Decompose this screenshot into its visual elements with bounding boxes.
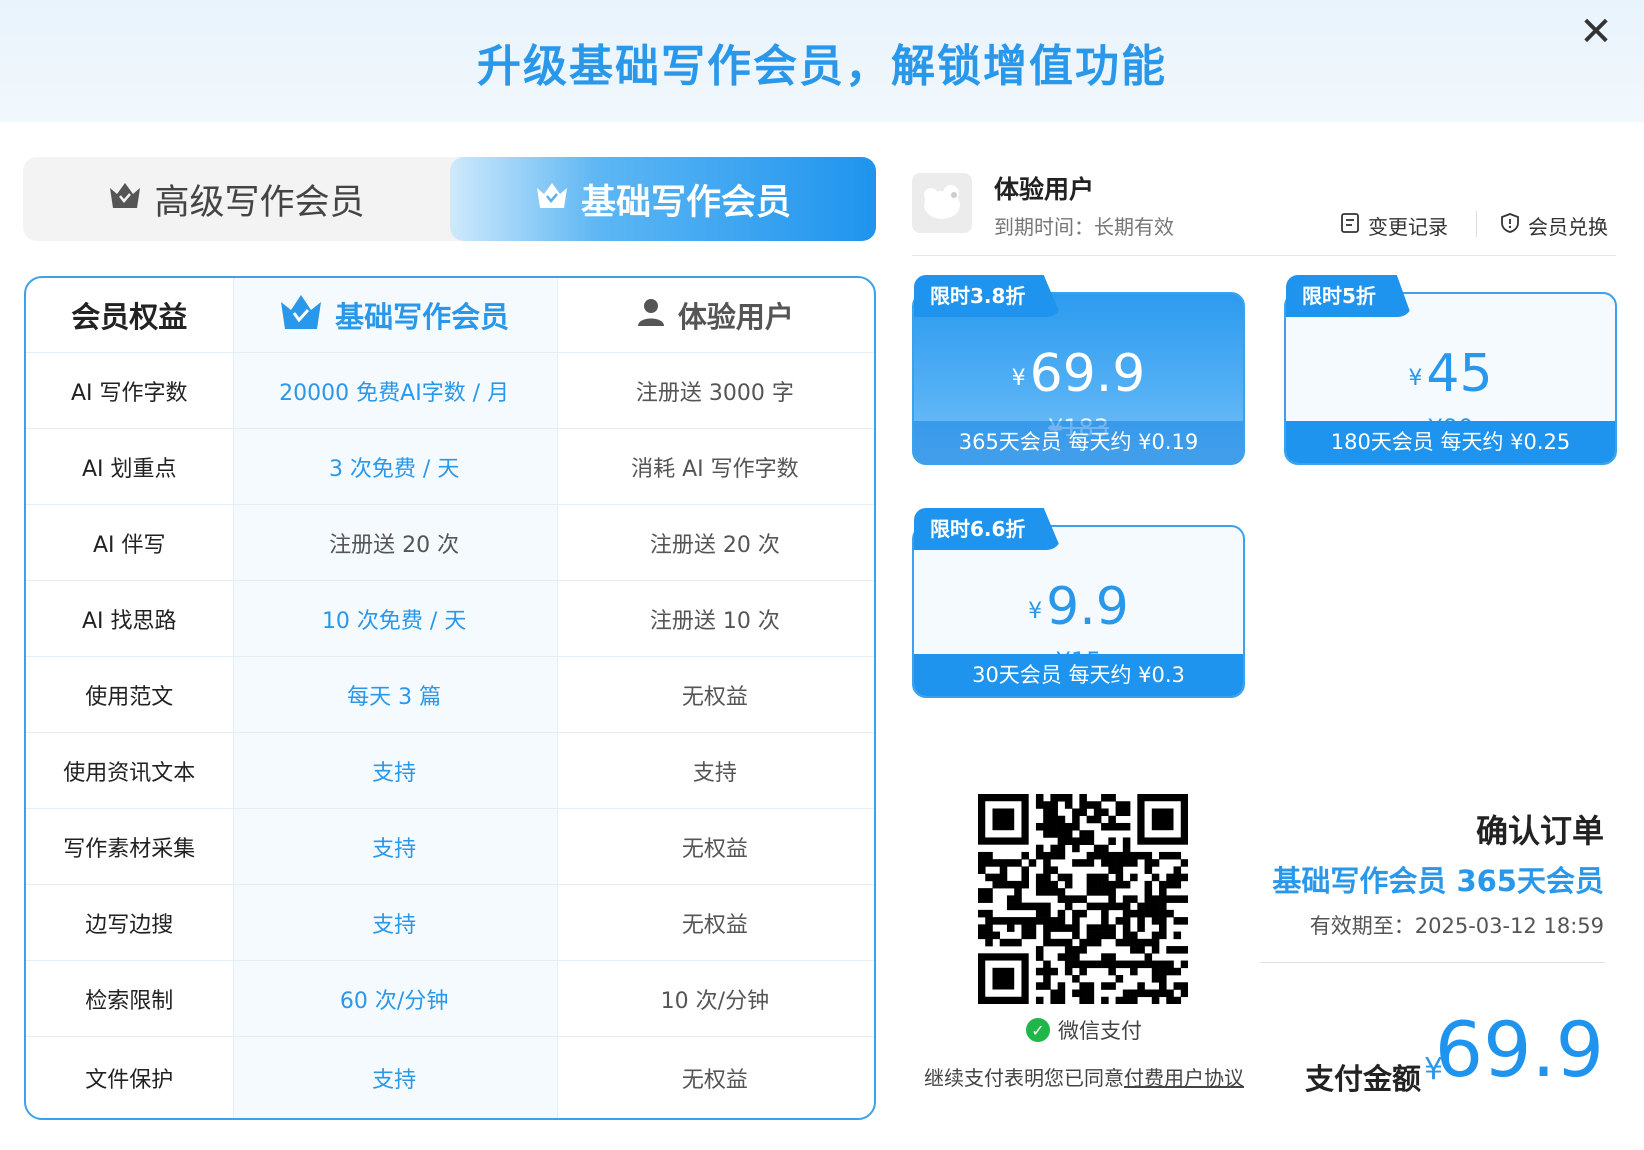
benefit-name: AI 找思路 bbox=[81, 608, 177, 634]
benefit-name: 文件保护 bbox=[85, 1067, 174, 1093]
agreement-text: 继续支付表明您已同意付费用户协议 bbox=[924, 1062, 1244, 1091]
membership-tabs: 高级写作会员 基础写作会员 bbox=[23, 157, 876, 241]
table-row: 检索限制 60 次/分钟 10 次/分钟 bbox=[26, 961, 874, 1036]
user-expire: 到期时间：长期有效 bbox=[994, 215, 1174, 239]
user-name: 体验用户 bbox=[994, 175, 1095, 204]
table-row: 使用资讯文本 支持 支持 bbox=[26, 733, 874, 808]
table-row: AI 划重点 3 次免费 / 天 消耗 AI 写作字数 bbox=[26, 429, 874, 504]
plan-footer: 180天会员 每天约 ¥0.25 bbox=[1286, 421, 1615, 463]
table-row: AI 伴写 注册送 20 次 注册送 20 次 bbox=[26, 505, 874, 580]
agreement-prefix: 继续支付表明您已同意 bbox=[924, 1066, 1124, 1090]
trial-value: 注册送 3000 字 bbox=[635, 380, 794, 406]
header-trial-label: 体验用户 bbox=[677, 300, 794, 334]
plan-footer: 30天会员 每天约 ¥0.3 bbox=[914, 654, 1243, 696]
benefit-name: 使用资讯文本 bbox=[63, 760, 196, 786]
table-row: 写作素材采集 支持 无权益 bbox=[26, 809, 874, 884]
basic-value: 支持 bbox=[372, 912, 417, 938]
tab-basic-membership[interactable]: 基础写作会员 bbox=[450, 157, 876, 241]
plan-price: ¥45 bbox=[1408, 344, 1493, 404]
table-row: AI 找思路 10 次免费 / 天 注册送 10 次 bbox=[26, 581, 874, 656]
basic-value: 3 次免费 / 天 bbox=[328, 456, 460, 482]
basic-value: 60 次/分钟 bbox=[339, 988, 449, 1014]
trial-value: 注册送 10 次 bbox=[649, 608, 780, 634]
benefit-name: 检索限制 bbox=[85, 988, 174, 1014]
discount-badge: 限时5折 bbox=[1286, 275, 1412, 317]
trial-value: 无权益 bbox=[681, 684, 748, 710]
shield-icon bbox=[1500, 212, 1520, 239]
plan-price: ¥9.9 bbox=[1028, 577, 1129, 637]
tab-advanced-membership[interactable]: 高级写作会员 bbox=[23, 157, 450, 241]
wechat-pay-label: ✓ 微信支付 bbox=[1026, 1015, 1142, 1045]
pay-amount: 69.9 bbox=[1434, 1005, 1604, 1094]
benefits-table: 会员权益 基础写作会员 体验用户 AI 写作字数 20000 免费AI字数 / … bbox=[24, 276, 876, 1120]
trial-value: 消耗 AI 写作字数 bbox=[631, 456, 799, 482]
tab-label: 高级写作会员 bbox=[154, 182, 365, 223]
order-plan: 基础写作会员 365天会员 bbox=[1272, 864, 1604, 898]
basic-value: 支持 bbox=[372, 1067, 417, 1093]
payment-method: 微信支付 bbox=[1058, 1019, 1142, 1043]
trial-value: 无权益 bbox=[681, 1067, 748, 1093]
discount-badge: 限时6.6折 bbox=[914, 508, 1062, 550]
plan-card-180[interactable]: ¥45 ¥90 180天会员 每天约 ¥0.25 限时5折 bbox=[1284, 275, 1617, 465]
header-basic: 基础写作会员 bbox=[233, 278, 556, 352]
header-benefits: 会员权益 bbox=[71, 300, 188, 334]
plan-footer: 365天会员 每天约 ¥0.19 bbox=[914, 421, 1243, 463]
wechat-pay-icon: ✓ bbox=[1026, 1018, 1050, 1042]
header-basic-label: 基础写作会员 bbox=[335, 300, 510, 334]
table-row: 边写边搜 支持 无权益 bbox=[26, 885, 874, 960]
plan-card-365[interactable]: ¥69.9 ¥183 365天会员 每天约 ¥0.19 限时3.8折 bbox=[912, 275, 1245, 465]
table-row: 文件保护 支持 无权益 bbox=[26, 1037, 874, 1118]
basic-value: 注册送 20 次 bbox=[329, 532, 460, 558]
basic-value: 20000 免费AI字数 / 月 bbox=[279, 380, 510, 406]
crown-icon bbox=[108, 179, 142, 219]
trial-value: 无权益 bbox=[681, 836, 748, 862]
trial-value: 注册送 20 次 bbox=[649, 532, 780, 558]
basic-value: 10 次免费 / 天 bbox=[321, 608, 467, 634]
redeem-label: 会员兑换 bbox=[1528, 215, 1608, 239]
agreement-link[interactable]: 付费用户协议 bbox=[1124, 1066, 1244, 1090]
basic-value: 支持 bbox=[372, 836, 417, 862]
pay-amount-label: 支付金额 bbox=[1305, 1062, 1422, 1096]
crown-icon bbox=[535, 179, 569, 219]
table-row: AI 写作字数 20000 免费AI字数 / 月 注册送 3000 字 bbox=[26, 353, 874, 428]
basic-value: 支持 bbox=[372, 760, 417, 786]
benefit-name: AI 写作字数 bbox=[70, 380, 188, 406]
table-header-row: 会员权益 基础写作会员 体验用户 bbox=[26, 278, 874, 352]
trial-value: 10 次/分钟 bbox=[660, 988, 770, 1014]
change-log-label: 变更记录 bbox=[1368, 215, 1448, 239]
benefit-name: 写作素材采集 bbox=[63, 836, 196, 862]
order-title: 确认订单 bbox=[1475, 812, 1604, 850]
dialog-header: 升级基础写作会员，解锁增值功能 bbox=[0, 0, 1644, 122]
change-log-button[interactable]: 变更记录 bbox=[1340, 211, 1448, 240]
benefit-name: 边写边搜 bbox=[85, 912, 174, 938]
plan-card-30[interactable]: ¥9.9 ¥15 30天会员 每天约 ¥0.3 限时6.6折 bbox=[912, 508, 1245, 698]
trial-value: 支持 bbox=[692, 760, 737, 786]
discount-badge: 限时3.8折 bbox=[914, 275, 1062, 317]
header-trial: 体验用户 bbox=[556, 278, 874, 352]
benefit-name: AI 划重点 bbox=[81, 456, 177, 482]
plan-price: ¥69.9 bbox=[1011, 344, 1146, 404]
payment-qr-code bbox=[978, 794, 1189, 1005]
basic-value: 每天 3 篇 bbox=[347, 684, 442, 710]
dialog-title: 升级基础写作会员，解锁增值功能 bbox=[477, 41, 1167, 92]
table-row: 使用范文 每天 3 篇 无权益 bbox=[26, 657, 874, 732]
redeem-button[interactable]: 会员兑换 bbox=[1500, 211, 1608, 240]
user-icon bbox=[636, 297, 666, 334]
crown-icon bbox=[279, 293, 323, 338]
tab-label: 基础写作会员 bbox=[580, 182, 791, 223]
avatar bbox=[912, 173, 972, 233]
order-valid-until: 有效期至：2025-03-12 18:59 bbox=[1309, 914, 1604, 938]
benefit-name: AI 伴写 bbox=[92, 532, 166, 558]
benefit-name: 使用范文 bbox=[85, 684, 174, 710]
document-icon bbox=[1340, 212, 1360, 239]
trial-value: 无权益 bbox=[681, 912, 748, 938]
close-icon[interactable]: ✕ bbox=[1574, 10, 1618, 54]
